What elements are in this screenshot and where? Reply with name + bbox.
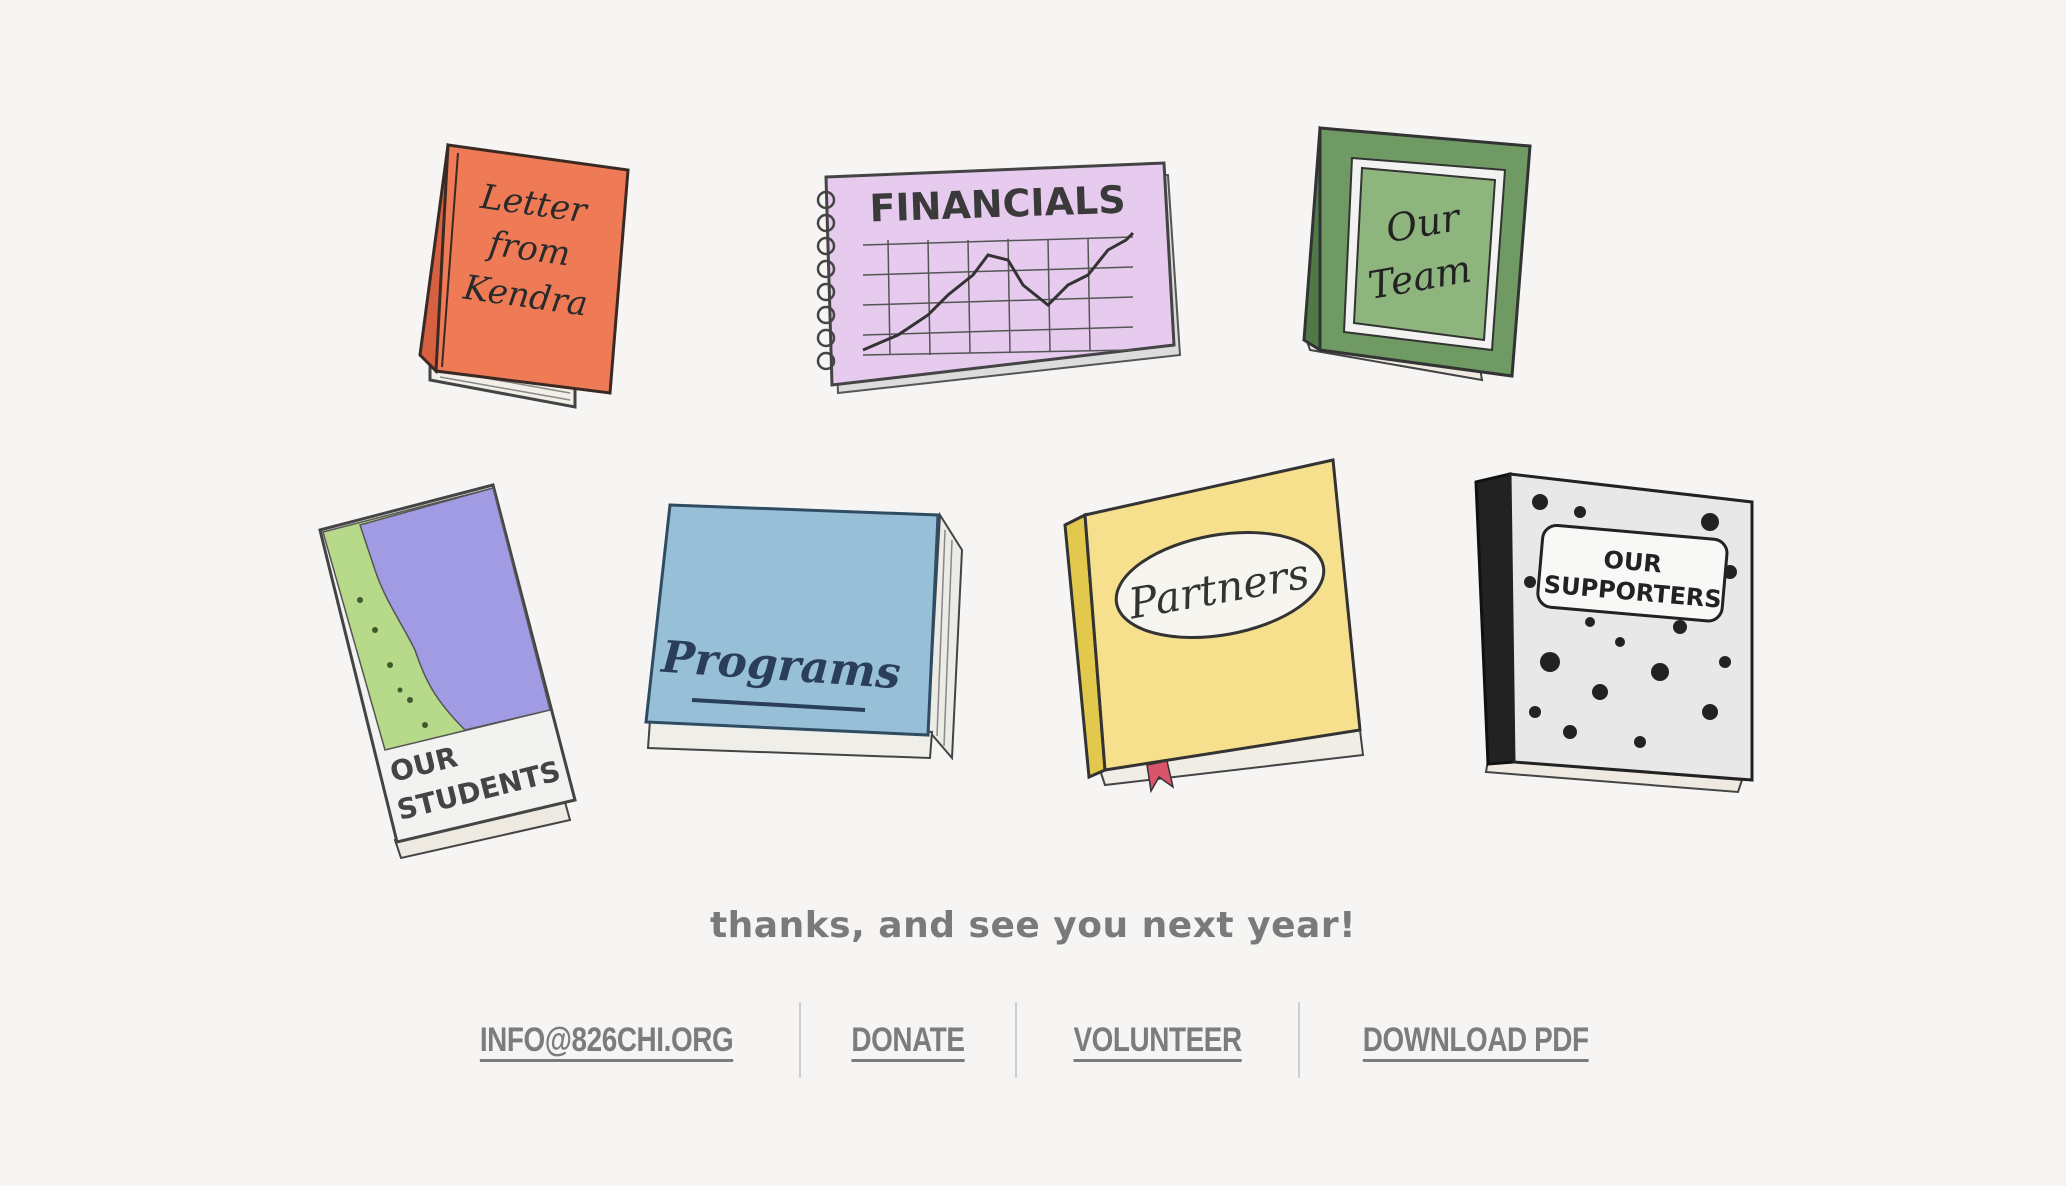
footer-nav: INFO@826CHI.ORG DONATE VOLUNTEER DOWNLOA… bbox=[0, 1002, 2066, 1078]
financials-title: FINANCIALS bbox=[869, 178, 1127, 231]
book-partners[interactable]: Partners bbox=[1055, 455, 1370, 795]
supporters-book-illustration: OUR SUPPORTERS bbox=[1474, 472, 1754, 794]
book-financials[interactable]: FINANCIALS bbox=[808, 155, 1188, 405]
closing-message: thanks, and see you next year! bbox=[709, 905, 1357, 946]
download-pdf-link[interactable]: DOWNLOAD PDF bbox=[1357, 1021, 1596, 1060]
donate-link[interactable]: DONATE bbox=[845, 1021, 971, 1060]
letter-book-illustration: Letter from Kendra bbox=[418, 142, 630, 409]
financials-book-illustration: FINANCIALS bbox=[816, 161, 1182, 395]
footer-divider bbox=[1298, 1002, 1301, 1078]
footer-divider bbox=[799, 1002, 802, 1078]
programs-book-illustration: Programs bbox=[644, 503, 964, 761]
book-programs[interactable]: Programs bbox=[640, 500, 970, 765]
volunteer-link[interactable]: VOLUNTEER bbox=[1067, 1021, 1248, 1060]
partners-book-illustration: Partners bbox=[1063, 458, 1365, 794]
book-our-supporters[interactable]: OUR SUPPORTERS bbox=[1470, 462, 1775, 794]
book-our-team[interactable]: Our Team bbox=[1300, 118, 1540, 383]
footer-divider bbox=[1015, 1002, 1018, 1078]
book-our-students[interactable]: OUR STUDENTS bbox=[315, 480, 585, 860]
students-book-illustration: OUR STUDENTS bbox=[318, 483, 577, 860]
email-link[interactable]: INFO@826CHI.ORG bbox=[473, 1021, 740, 1060]
book-letter-from-kendra[interactable]: Letter from Kendra bbox=[410, 135, 640, 415]
supporters-title-line-1: OUR bbox=[1602, 546, 1663, 579]
team-book-illustration: Our Team bbox=[1302, 126, 1532, 382]
